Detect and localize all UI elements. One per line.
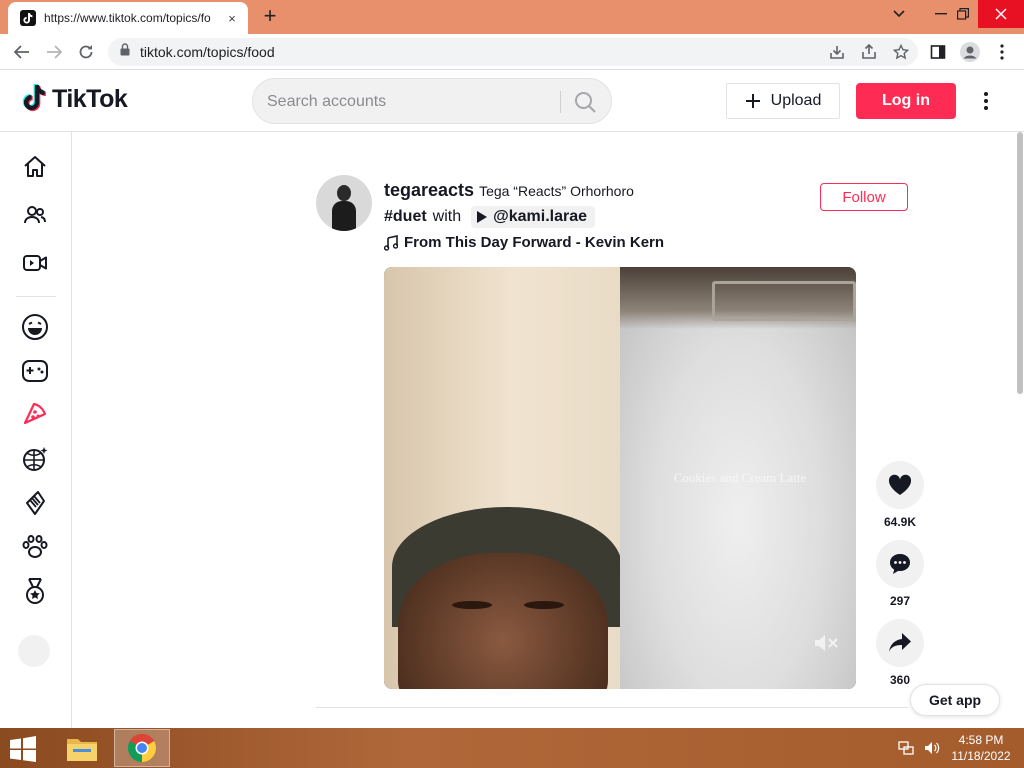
- caption-text: with: [432, 208, 462, 225]
- sports-icon[interactable]: [18, 574, 52, 608]
- reload-icon[interactable]: [74, 40, 98, 64]
- get-app-button[interactable]: Get app: [910, 684, 1000, 716]
- home-icon[interactable]: [18, 150, 52, 184]
- duet-left-video: [384, 267, 622, 689]
- author-line: tegareacts Tega “Reacts” Orhorhoro: [384, 180, 634, 201]
- comedy-icon[interactable]: [18, 310, 52, 344]
- clock-time: 4:58 PM: [958, 733, 1004, 747]
- more-options-icon[interactable]: [976, 89, 996, 113]
- upload-label: Upload: [770, 92, 822, 109]
- share-count: 360: [889, 673, 911, 687]
- system-tray: [898, 740, 940, 761]
- author-avatar[interactable]: [316, 175, 372, 231]
- scrollbar-thumb[interactable]: [1017, 132, 1023, 394]
- food-icon[interactable]: [18, 398, 52, 432]
- animals-icon[interactable]: [18, 530, 52, 564]
- side-panel-icon[interactable]: [926, 40, 950, 64]
- sidebar-divider: [16, 296, 56, 297]
- tiktok-wordmark: TikTok: [52, 84, 128, 113]
- mention-text: @kami.larae: [493, 208, 588, 225]
- browser-tab[interactable]: https://www.tiktok.com/topics/fo ×: [8, 2, 248, 34]
- tab-close-icon[interactable]: ×: [224, 11, 240, 26]
- share-icon[interactable]: [860, 43, 878, 61]
- search-bar: [252, 78, 612, 124]
- login-button[interactable]: Log in: [856, 83, 956, 119]
- address-bar[interactable]: tiktok.com/topics/food: [108, 38, 918, 66]
- back-icon[interactable]: [10, 40, 34, 64]
- lock-icon[interactable]: [120, 43, 130, 61]
- like-count: 64.9K: [883, 515, 917, 529]
- network-icon[interactable]: [898, 740, 914, 761]
- video-player[interactable]: Cookies and Cream Latte: [384, 267, 856, 689]
- install-icon[interactable]: [828, 43, 846, 61]
- beauty-icon[interactable]: [18, 486, 52, 520]
- chrome-taskbar-icon[interactable]: [114, 729, 170, 767]
- chrome-menu-icon[interactable]: [990, 40, 1014, 64]
- caption: #duet with @kami.larae: [384, 206, 596, 228]
- browser-toolbar: tiktok.com/topics/food: [0, 34, 1024, 70]
- profile-avatar-icon[interactable]: [958, 40, 982, 64]
- comment-icon[interactable]: [876, 540, 924, 588]
- file-explorer-icon[interactable]: [54, 729, 110, 767]
- tiktok-note-icon: [22, 84, 46, 112]
- page-scrollbar[interactable]: [1016, 132, 1024, 728]
- new-tab-button[interactable]: +: [258, 5, 282, 29]
- dance-icon[interactable]: [18, 442, 52, 476]
- tiktok-favicon-icon: [20, 10, 36, 26]
- mention-chip[interactable]: @kami.larae: [471, 206, 596, 228]
- author-handle[interactable]: tegareacts: [384, 180, 474, 201]
- clock-date: 11/18/2022: [951, 749, 1011, 763]
- system-clock[interactable]: 4:58 PM 11/18/2022: [948, 732, 1014, 764]
- volume-icon[interactable]: [924, 740, 940, 761]
- sidebar: [0, 132, 72, 728]
- forward-icon[interactable]: [42, 40, 66, 64]
- following-icon[interactable]: [18, 198, 52, 232]
- share-action: 360: [876, 619, 924, 687]
- search-icon[interactable]: [571, 89, 599, 115]
- browser-tab-strip: https://www.tiktok.com/topics/fo × +: [0, 0, 1024, 34]
- post-divider: [316, 707, 908, 708]
- gaming-icon[interactable]: [18, 354, 52, 388]
- search-input[interactable]: [267, 89, 547, 115]
- restore-icon[interactable]: [946, 0, 980, 28]
- music-note-icon: [384, 234, 398, 251]
- tiktok-logo[interactable]: TikTok: [20, 84, 128, 114]
- tiktok-header: TikTok Upload Log in: [0, 70, 1024, 132]
- windows-taskbar: 4:58 PM 11/18/2022: [0, 728, 1024, 768]
- windows-start-icon[interactable]: [8, 736, 38, 762]
- share-arrow-icon[interactable]: [876, 619, 924, 667]
- bookmark-star-icon[interactable]: [892, 43, 910, 61]
- mute-icon[interactable]: [812, 631, 840, 655]
- comment-action: 297: [876, 540, 924, 608]
- like-action: 64.9K: [876, 461, 924, 529]
- hashtag-link[interactable]: #duet: [384, 208, 427, 226]
- play-icon: [477, 211, 488, 223]
- live-icon[interactable]: [18, 246, 52, 280]
- music-link[interactable]: From This Day Forward - Kevin Kern: [384, 234, 664, 251]
- follow-button[interactable]: Follow: [820, 183, 908, 211]
- sidebar-placeholder-avatar: [18, 635, 50, 667]
- upload-button[interactable]: Upload: [726, 83, 840, 119]
- close-window-icon[interactable]: [978, 0, 1024, 28]
- music-title: From This Day Forward - Kevin Kern: [404, 234, 665, 251]
- comment-count: 297: [889, 594, 911, 608]
- video-overlay-text: Cookies and Cream Latte: [673, 470, 807, 485]
- tab-search-chevron-icon[interactable]: [882, 0, 916, 28]
- url-text: tiktok.com/topics/food: [140, 44, 275, 60]
- author-display-name[interactable]: Tega “Reacts” Orhorhoro: [479, 183, 634, 199]
- heart-icon[interactable]: [876, 461, 924, 509]
- tab-title: https://www.tiktok.com/topics/fo: [44, 11, 211, 25]
- plus-icon: [745, 94, 760, 108]
- search-divider: [560, 91, 561, 113]
